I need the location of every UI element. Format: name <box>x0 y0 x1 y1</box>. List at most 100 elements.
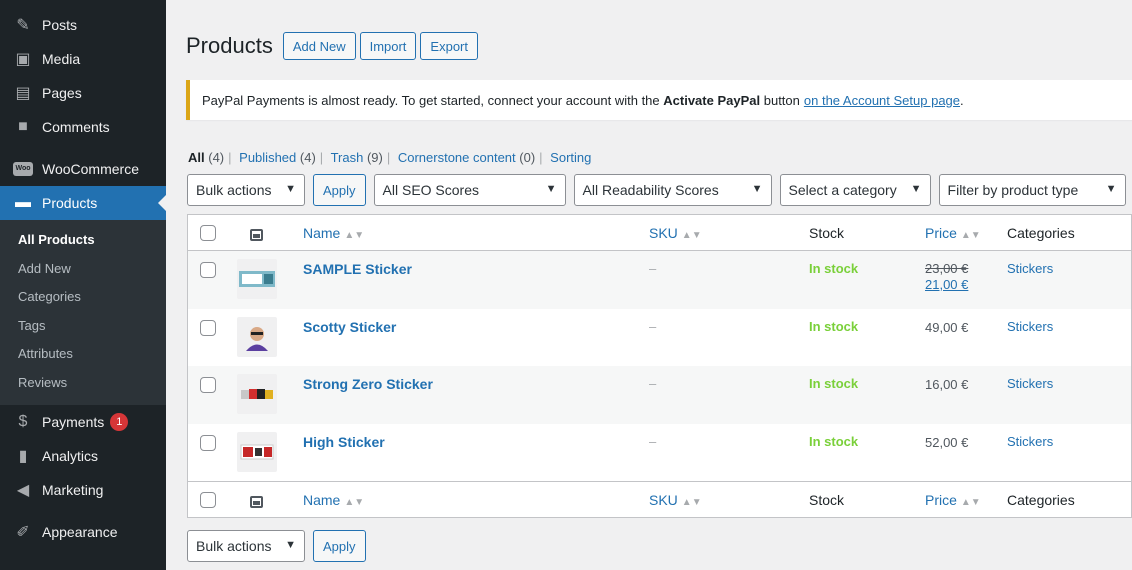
price-value: 49,00 € <box>925 319 969 335</box>
column-stock: Stock <box>809 492 845 508</box>
notice-text-mid: button <box>763 92 800 108</box>
sidebar-item-label: Posts <box>42 17 78 33</box>
column-stock: Stock <box>809 225 845 241</box>
product-type-select[interactable]: Filter by product type ▼ <box>938 174 1126 206</box>
product-name-link[interactable]: High Sticker <box>303 434 385 450</box>
product-thumbnail[interactable] <box>237 259 277 299</box>
submenu-categories[interactable]: Categories <box>0 283 166 312</box>
sku-value: – <box>649 261 657 276</box>
price-value: 16,00 € <box>925 377 969 392</box>
main-content: Products Add New Import Export PayPal Pa… <box>166 0 1132 570</box>
sidebar-item-media[interactable]: ▣ Media <box>0 42 166 76</box>
sidebar-item-payments[interactable]: $ Payments 1 <box>0 405 166 439</box>
product-thumbnail[interactable] <box>237 431 277 472</box>
status-views: All (4) | Published (4) | Trash (9) | Corne… <box>188 150 592 165</box>
sku-value: – <box>649 318 657 334</box>
sidebar-item-products[interactable]: ▬ Products <box>0 186 166 220</box>
apply-button[interactable]: Apply <box>313 174 366 206</box>
column-price[interactable]: Price ▲▼ <box>925 492 981 508</box>
stock-status: In stock <box>809 433 859 449</box>
submenu-add-new[interactable]: Add New <box>0 255 166 284</box>
sidebar-item-label: Marketing <box>42 482 104 498</box>
stock-status: In stock <box>809 261 859 276</box>
category-link[interactable]: Stickers <box>1007 434 1053 449</box>
notice-text: PayPal Payments is almost ready. To get … <box>202 92 660 108</box>
category-link[interactable]: Stickers <box>1007 376 1053 391</box>
table-row: Scotty Sticker – In stock 49,00 € Sticke… <box>188 309 1131 367</box>
add-new-button[interactable]: Add New <box>282 32 356 60</box>
sidebar-item-marketing[interactable]: ◀ Marketing <box>0 473 166 507</box>
chevron-down-icon: ▼ <box>285 539 296 551</box>
sidebar-item-label: WooCommerce <box>42 161 139 177</box>
view-all[interactable]: All (4) <box>188 150 224 165</box>
chevron-down-icon: ▼ <box>751 183 763 195</box>
row-checkbox[interactable] <box>200 319 216 336</box>
stock-status: In stock <box>809 318 859 334</box>
row-checkbox[interactable] <box>200 377 216 393</box>
import-button[interactable]: Import <box>359 32 417 60</box>
view-published[interactable]: Published (4) <box>239 150 316 165</box>
notice-text-end: . <box>960 92 964 108</box>
pin-icon: ✎ <box>16 17 30 34</box>
stock-status: In stock <box>809 376 859 391</box>
media-icon: ▣ <box>15 51 31 68</box>
view-trash[interactable]: Trash (9) <box>331 150 383 165</box>
chevron-down-icon: ▼ <box>285 183 296 195</box>
submenu-attributes[interactable]: Attributes <box>0 340 166 369</box>
apply-button-bottom[interactable]: Apply <box>313 530 366 562</box>
submenu-all-products[interactable]: All Products <box>0 226 166 255</box>
sidebar-item-label: Pages <box>42 85 82 101</box>
category-select[interactable]: Select a category ▼ <box>779 174 931 206</box>
column-price[interactable]: Price ▲▼ <box>925 225 981 241</box>
sidebar-item-pages[interactable]: ▤ Pages <box>0 76 166 110</box>
sort-icon: ▲▼ <box>960 497 981 508</box>
seo-score-select[interactable]: All SEO Scores ▼ <box>373 174 566 206</box>
readability-select[interactable]: All Readability Scores ▼ <box>573 174 772 206</box>
admin-sidebar: ✎ Posts ▣ Media ▤ Pages ■ Comments Woo W… <box>0 0 166 570</box>
submenu-tags[interactable]: Tags <box>0 312 166 341</box>
bulk-actions-select-bottom[interactable]: Bulk actions ▼ <box>187 530 305 562</box>
account-setup-link[interactable]: on the Account Setup page <box>804 93 960 108</box>
product-name-link[interactable]: Scotty Sticker <box>303 319 396 335</box>
sidebar-item-label: Appearance <box>42 524 118 540</box>
product-name-link[interactable]: SAMPLE Sticker <box>303 261 412 277</box>
row-checkbox[interactable] <box>200 434 216 451</box>
price-value: 52,00 € <box>925 434 969 450</box>
column-sku[interactable]: SKU ▲▼ <box>649 225 702 241</box>
chevron-down-icon: ▼ <box>1105 183 1117 195</box>
sort-icon: ▲▼ <box>344 230 365 241</box>
sort-icon: ▲▼ <box>681 230 702 241</box>
view-cornerstone[interactable]: Cornerstone content (0) <box>398 150 535 165</box>
sidebar-item-appearance[interactable]: ✐ Appearance <box>0 515 166 549</box>
category-link[interactable]: Stickers <box>1007 261 1053 276</box>
product-thumbnail[interactable] <box>237 316 277 357</box>
woocommerce-icon: Woo <box>12 159 34 179</box>
column-categories: Categories <box>1007 225 1075 241</box>
select-all-checkbox-footer[interactable] <box>200 492 216 508</box>
category-link[interactable]: Stickers <box>1007 319 1053 334</box>
chevron-down-icon: ▼ <box>545 183 557 195</box>
column-sku[interactable]: SKU ▲▼ <box>649 492 702 508</box>
product-thumbnail[interactable] <box>237 374 277 414</box>
sku-value: – <box>649 376 657 391</box>
sidebar-item-label: Products <box>42 195 98 211</box>
submenu-reviews[interactable]: Reviews <box>0 369 166 398</box>
export-button[interactable]: Export <box>420 32 478 60</box>
sidebar-item-posts[interactable]: ✎ Posts <box>0 8 166 42</box>
sidebar-item-label: Comments <box>42 119 110 135</box>
column-name[interactable]: Name ▲▼ <box>303 492 364 508</box>
column-name[interactable]: Name ▲▼ <box>303 225 364 241</box>
sort-icon: ▲▼ <box>960 230 981 241</box>
notice-bold: Activate PayPal <box>663 92 761 108</box>
row-checkbox[interactable] <box>200 262 216 278</box>
paypal-notice: PayPal Payments is almost ready. To get … <box>186 80 1132 120</box>
table-footer: Name ▲▼ SKU ▲▼ Stock Price ▲▼ Categories <box>188 481 1131 517</box>
view-sorting[interactable]: Sorting <box>550 150 591 165</box>
bulk-actions-select[interactable]: Bulk actions ▼ <box>187 174 305 206</box>
sidebar-item-analytics[interactable]: ▮ Analytics <box>0 439 166 473</box>
product-name-link[interactable]: Strong Zero Sticker <box>303 376 433 392</box>
sidebar-item-comments[interactable]: ■ Comments <box>0 110 166 144</box>
sidebar-item-label: Payments <box>42 414 105 430</box>
select-all-checkbox[interactable] <box>200 225 216 241</box>
sidebar-item-woocommerce[interactable]: Woo WooCommerce <box>0 152 166 186</box>
